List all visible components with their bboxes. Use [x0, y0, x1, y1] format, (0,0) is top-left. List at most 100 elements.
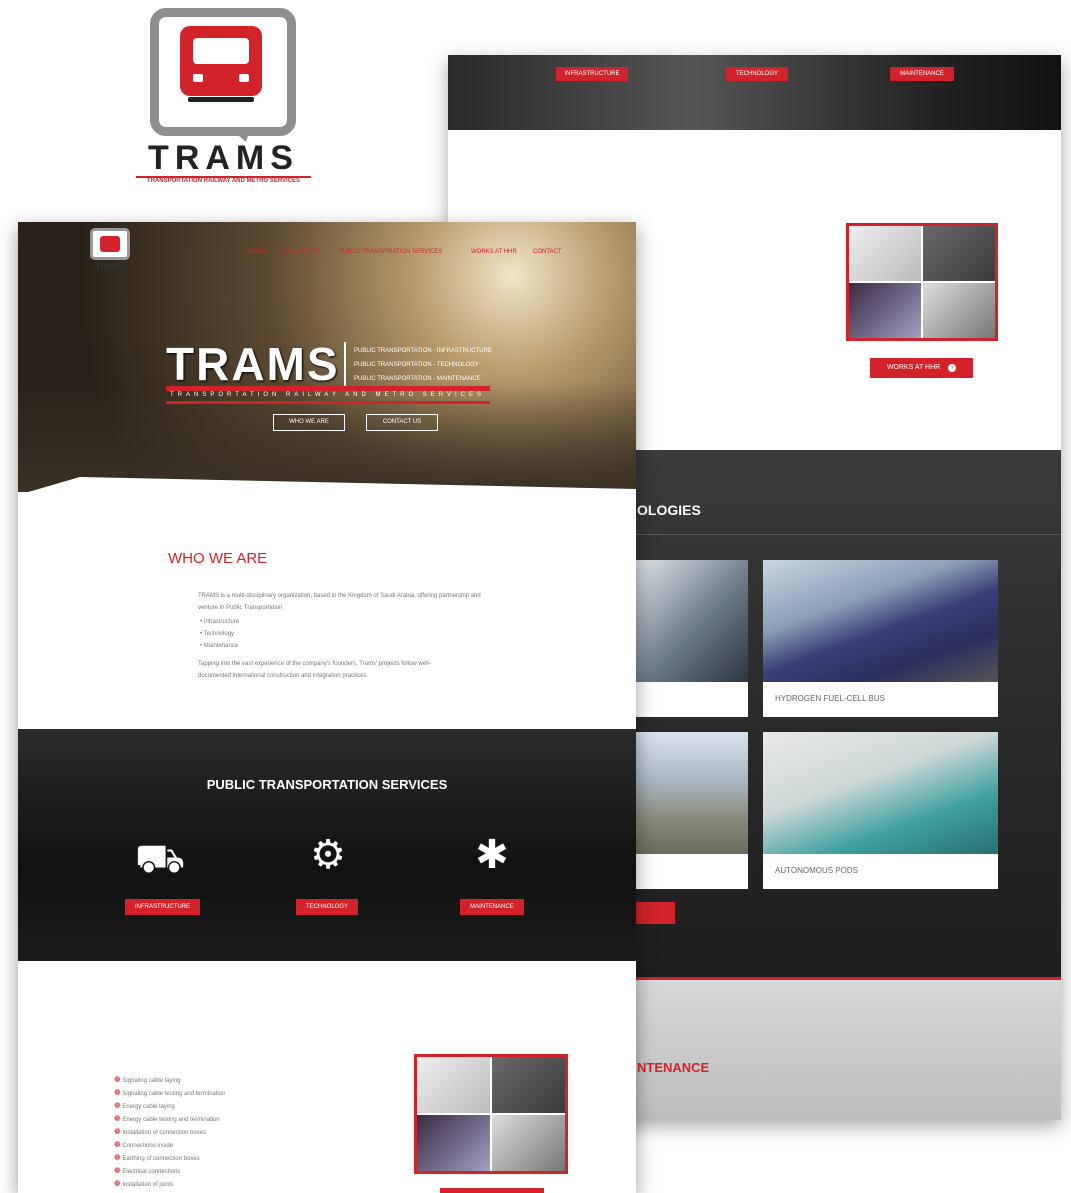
nav-contact[interactable]: CONTACT — [533, 249, 562, 255]
bullet-icon: ❁ — [114, 1166, 121, 1175]
list-item: ❁ Signaling cable laying — [114, 1074, 225, 1087]
card-label: AUTONOMOUS PODS — [775, 866, 858, 875]
hero-contact-us-button[interactable]: CONTACT US — [366, 414, 438, 431]
logo-subtitle: TRANSPORTATION RAILWAY AND METRO SERVICE… — [146, 178, 301, 184]
tram-rail — [188, 97, 254, 102]
list-item-label: Installation of joints — [122, 1182, 174, 1188]
card-electric-car[interactable] — [635, 560, 748, 717]
electric-car-image — [635, 560, 748, 682]
list-item-label: Energy cable testing and termination — [122, 1117, 220, 1123]
bullet-icon: ❁ — [114, 1140, 121, 1149]
list-item-label: Connections inside — [122, 1143, 174, 1149]
list-item: ❁ Signaling cable testing and terminatio… — [114, 1087, 225, 1100]
nav-logo[interactable] — [90, 228, 130, 260]
front-project-collage — [414, 1054, 568, 1174]
who-list-label: Technology — [203, 631, 235, 637]
who-paragraph-2: Tapping into the vast experience of the … — [198, 661, 431, 679]
front-works-button[interactable] — [440, 1188, 544, 1193]
maintenance-section: NTENANCE — [635, 980, 1061, 1120]
nav-home[interactable]: HOME — [248, 249, 266, 255]
card-hydrogen-bus[interactable]: HYDROGEN FUEL-CELL BUS — [763, 560, 998, 717]
nav-works[interactable]: WORKS AT HHR — [471, 249, 517, 255]
list-item-label: Earthing of connection boxes — [122, 1156, 200, 1162]
card-autonomous-pods[interactable]: AUTONOMOUS PODS — [763, 732, 998, 889]
card-label: HYDROGEN FUEL-CELL BUS — [775, 694, 885, 703]
nav-services[interactable]: PUBLIC TRANSPIRATION SERVICES — [339, 249, 442, 255]
technologies-title: OLOGIES — [637, 502, 701, 518]
hero-title: TRAMS — [166, 338, 340, 390]
hero-who-we-are-button[interactable]: WHO WE ARE — [273, 414, 345, 431]
technologies-section: OLOGIES HYDROGEN FUEL-CELL BUS AUTONOMOU… — [635, 450, 1061, 980]
list-item: ❁ Energy cable laying — [114, 1100, 225, 1113]
section-divider — [635, 534, 1061, 535]
bullet-icon: ❁ — [114, 1153, 121, 1162]
bullet-icon: ❁ — [114, 1075, 121, 1084]
card-road[interactable] — [635, 732, 748, 889]
bullet-icon: ❁ — [114, 1127, 121, 1136]
logo-wordmark: TRAMS — [148, 139, 299, 177]
hero-rail-overlay — [18, 382, 636, 492]
services-section: PUBLIC TRANSPORTATION SERVICES ⛟ ⚙ ✱ INF… — [18, 729, 636, 961]
collage-wire-image — [849, 283, 921, 338]
collage-bollard-image — [923, 226, 995, 281]
more-arrow-button[interactable] — [635, 902, 675, 924]
back-technology-button[interactable]: TECHNOLOGY — [726, 67, 788, 81]
bullet-icon: ❁ — [114, 1179, 121, 1188]
list-item-label: Signaling cable laying — [122, 1078, 181, 1084]
services-title: PUBLIC TRANSPORTATION SERVICES — [206, 777, 448, 792]
bullet-icon: ❁ — [114, 1101, 121, 1110]
hero-red-bar-lower — [166, 401, 490, 404]
hero-line-maintenance: PUBLIC TRANSPORTATION - MAINTENANCE — [354, 376, 481, 382]
service-infrastructure-button[interactable]: INFRASTRUCTURE — [125, 899, 200, 915]
collage-worker-image — [923, 283, 995, 338]
hero-subtitle: TRANSPORTATION RAILWAY AND METRO SERVICE… — [170, 392, 486, 398]
road-image — [635, 732, 748, 854]
hero-line-infrastructure: PUBLIC TRANSPORTATION - INFRASTRUCTURE — [354, 348, 492, 354]
list-item: ❁ Installation of connection boxes — [114, 1126, 225, 1139]
list-item: ❁ Energy cable testing and termination — [114, 1113, 225, 1126]
back-maintenance-button[interactable]: MAINTENANCE — [890, 67, 954, 81]
tram-window — [193, 38, 249, 64]
nav-who-we-are[interactable]: WHO WE ARE — [281, 249, 321, 255]
front-page-screenshot: TRAMS HOME WHO WE ARE PUBLIC TRANSPIRATI… — [18, 222, 636, 1193]
who-list-label: Infrastructure — [203, 619, 240, 625]
wrench-gear-icon: ✱ — [475, 833, 509, 877]
railway-icon: ⛟ — [134, 837, 186, 881]
who-list-item: • Technology — [200, 631, 235, 637]
who-list-item: • Infrastructure — [200, 619, 240, 625]
tram-light-right — [239, 74, 249, 82]
nav-logo-word: TRAMS — [95, 261, 127, 271]
hydrogen-bus-image — [763, 560, 998, 682]
hero-red-bar — [166, 386, 490, 391]
bullet-icon: ❁ — [114, 1114, 121, 1123]
collage-cable-image — [849, 226, 921, 281]
works-at-hhr-button[interactable]: WORKS AT HHR › — [870, 358, 973, 378]
collage-bollard-image — [492, 1057, 565, 1113]
who-paragraph: TRAMS is a multi-disciplinary organizati… — [198, 593, 481, 611]
chevron-right-circle-icon: › — [948, 364, 957, 372]
lightbulb-gear-icon: ⚙ — [310, 833, 346, 877]
list-item-label: Installation of connection boxes — [122, 1130, 207, 1136]
tram-light-left — [193, 74, 203, 82]
list-item: ❁ Earthing of connection boxes — [114, 1152, 225, 1165]
works-button-label: WORKS AT HHR — [886, 364, 941, 371]
bullet-icon: ❁ — [114, 1088, 121, 1097]
who-we-are-title: WHO WE ARE — [168, 550, 268, 567]
list-item: ❁ Electrical connections — [114, 1165, 225, 1178]
service-maintenance-button[interactable]: MAINTENANCE — [460, 899, 524, 915]
collage-worker-image — [492, 1115, 565, 1171]
back-project-collage — [846, 223, 998, 341]
service-technology-button[interactable]: TECHNOLOGY — [296, 899, 358, 915]
back-infrastructure-button[interactable]: INFRASTRUCTURE — [556, 67, 628, 81]
collage-cable-image — [417, 1057, 490, 1113]
hero-line-technology: PUBLIC TRANSPORTATION - TECHNOLOGY — [354, 362, 479, 368]
list-item-label: Signaling cable testing and termination — [122, 1091, 226, 1097]
infrastructure-list: ❁ Signaling cable laying ❁ Signaling cab… — [114, 1074, 225, 1191]
list-item: ❁ Installation of joints — [114, 1178, 225, 1191]
tram-icon — [100, 236, 120, 252]
who-list-label: Maintenance — [203, 643, 239, 649]
who-list-item: • Maintenance — [200, 643, 239, 649]
autonomous-pod-image — [763, 732, 998, 854]
list-item-label: Electrical connections — [122, 1169, 181, 1175]
collage-wire-image — [417, 1115, 490, 1171]
